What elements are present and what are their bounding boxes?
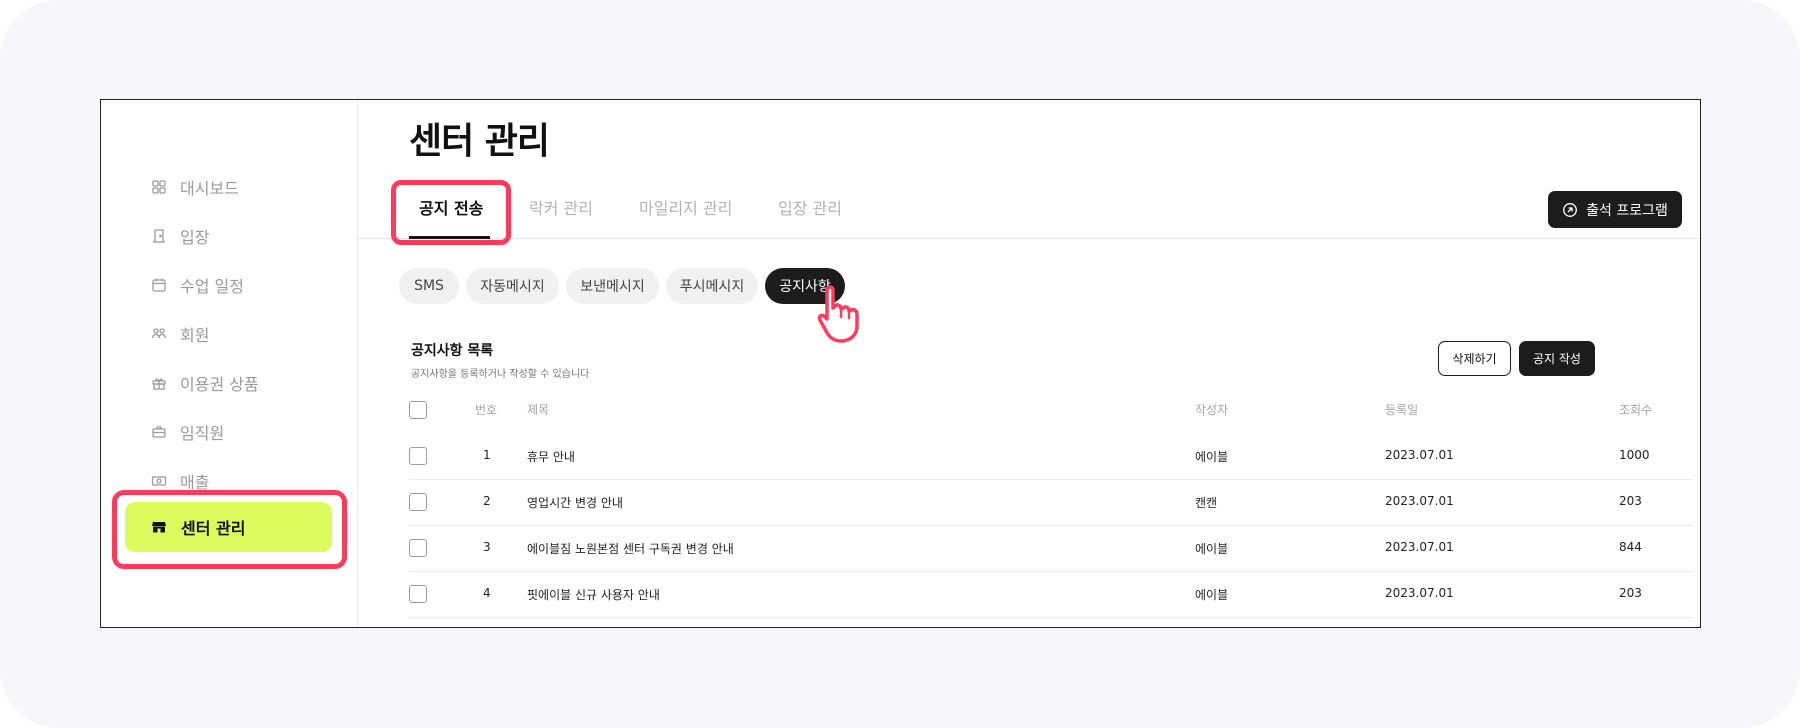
row-number: 3 (483, 540, 491, 554)
row-title[interactable]: 핏에이블 신규 사용자 안내 (527, 586, 660, 603)
briefcase-icon (151, 424, 167, 440)
sidebar-item-center-management[interactable]: 센터 관리 (125, 502, 332, 552)
row-number: 2 (483, 494, 491, 508)
sidebar-item-label: 수업 일정 (180, 277, 244, 296)
hand-pointer-icon (817, 285, 859, 343)
sidebar-item-schedule[interactable]: 수업 일정 (151, 273, 244, 297)
sidebar-item-label: 이용권 상품 (180, 375, 259, 394)
tab-mileage-management[interactable]: 마일리지 관리 (639, 195, 732, 219)
notice-list-title: 공지사항 목록 (411, 343, 494, 359)
chip-push-message[interactable]: 푸시메시지 (666, 268, 758, 304)
sidebar-item-staff[interactable]: 임직원 (151, 420, 224, 444)
tab-highlight-box (391, 180, 511, 245)
header-number: 번호 (475, 403, 498, 417)
header-author: 작성자 (1195, 403, 1229, 417)
row-views: 1000 (1619, 448, 1650, 462)
row-author: 캔캔 (1195, 496, 1218, 510)
row-divider (409, 571, 1693, 572)
row-title[interactable]: 영업시간 변경 안내 (527, 494, 623, 511)
row-checkbox[interactable] (409, 585, 427, 603)
store-icon (151, 519, 167, 535)
grid-icon (151, 179, 167, 195)
sidebar-item-members[interactable]: 회원 (151, 322, 209, 346)
header-date: 등록일 (1385, 403, 1419, 417)
row-number: 4 (483, 586, 491, 600)
row-title[interactable]: 에이블짐 노원본점 센터 구독권 변경 안내 (527, 540, 734, 557)
gift-icon (151, 375, 167, 391)
sidebar-item-label: 대시보드 (180, 179, 239, 198)
row-checkbox[interactable] (409, 539, 427, 557)
row-views: 203 (1619, 586, 1642, 600)
row-checkbox[interactable] (409, 447, 427, 465)
sidebar-item-label: 임직원 (180, 424, 225, 443)
row-divider (409, 479, 1693, 480)
row-title[interactable]: 휴무 안내 (527, 448, 575, 465)
tab-entrance-management[interactable]: 입장 관리 (778, 195, 842, 219)
calendar-icon (151, 277, 167, 293)
header-views: 조회수 (1619, 403, 1653, 417)
sidebar-item-dashboard[interactable]: 대시보드 (151, 175, 239, 199)
attendance-program-button[interactable]: 출석 프로그램 (1548, 191, 1682, 228)
sidebar-item-label: 입장 (180, 228, 210, 247)
row-divider (409, 617, 1693, 618)
app-window: 대시보드 입장 수업 일정 회원 이용권 상품 임직원 매출 센터 관리 센터 … (100, 99, 1701, 628)
select-all-checkbox[interactable] (409, 401, 427, 419)
chip-sms[interactable]: SMS (399, 268, 459, 304)
delete-button[interactable]: 삭제하기 (1438, 341, 1511, 376)
sidebar-item-label: 회원 (180, 326, 210, 345)
members-icon (151, 326, 167, 342)
sidebar-item-entrance[interactable]: 입장 (151, 224, 209, 248)
header-title: 제목 (527, 403, 550, 417)
row-views: 844 (1619, 540, 1642, 554)
row-date: 2023.07.01 (1385, 540, 1454, 554)
chip-sent-message[interactable]: 보낸메시지 (566, 268, 659, 304)
row-date: 2023.07.01 (1385, 448, 1454, 462)
row-divider (409, 525, 1693, 526)
row-views: 203 (1619, 494, 1642, 508)
door-icon (151, 228, 167, 244)
row-author: 에이블 (1195, 450, 1229, 464)
tab-locker-management[interactable]: 락커 관리 (529, 195, 593, 219)
row-checkbox[interactable] (409, 493, 427, 511)
notice-list-subtitle: 공지사항을 등록하거나 작성할 수 있습니다 (411, 369, 590, 380)
money-icon (151, 473, 167, 489)
attendance-program-label: 출석 프로그램 (1586, 202, 1668, 219)
sidebar-item-pass-products[interactable]: 이용권 상품 (151, 371, 259, 395)
write-notice-button[interactable]: 공지 작성 (1519, 341, 1595, 376)
row-number: 1 (483, 448, 491, 462)
chip-auto-message[interactable]: 자동메시지 (466, 268, 559, 304)
row-date: 2023.07.01 (1385, 494, 1454, 508)
row-author: 에이블 (1195, 542, 1229, 556)
sidebar: 대시보드 입장 수업 일정 회원 이용권 상품 임직원 매출 센터 관리 (101, 100, 358, 627)
arrow-up-right-circle-icon (1562, 202, 1578, 218)
row-author: 에이블 (1195, 588, 1229, 602)
sidebar-item-label: 센터 관리 (181, 519, 246, 538)
page-title: 센터 관리 (409, 121, 550, 162)
tabs-divider (358, 238, 1700, 239)
row-date: 2023.07.01 (1385, 586, 1454, 600)
